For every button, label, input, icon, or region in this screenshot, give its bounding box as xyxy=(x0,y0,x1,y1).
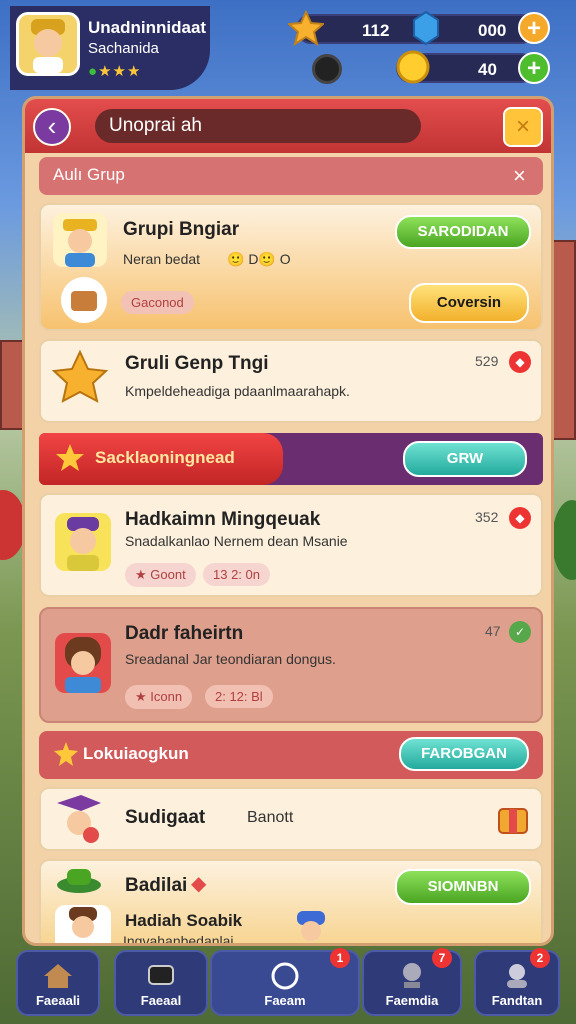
banner-title: Sacklaoningnead xyxy=(95,448,235,467)
search-input[interactable]: Unoprai ah xyxy=(95,109,421,143)
section-header: Aulı Grup × xyxy=(39,157,543,195)
panel-header: ‹ Unoprai ah × xyxy=(25,99,551,153)
join-event-button[interactable]: FAROBGAN xyxy=(399,737,529,771)
grow-button[interactable]: GRW xyxy=(403,441,527,477)
chat-icon xyxy=(145,960,177,992)
banner-title: Lokuiaogkun xyxy=(83,744,189,763)
group-avatar-icon xyxy=(53,213,107,267)
nav-friends[interactable]: 2 Fandtan xyxy=(474,948,560,1016)
player-rating-stars: ●★★★ xyxy=(88,63,142,80)
group-desc: Kmpeldeheadiga pdaanlmaarahapk. xyxy=(125,383,350,399)
nav-rank[interactable]: 7 Faemdia xyxy=(362,948,462,1016)
green-hat-icon xyxy=(55,865,103,895)
notification-badge: 2 xyxy=(530,948,550,968)
section-title: Aulı Grup xyxy=(53,165,125,184)
group-tag: ★ Goont xyxy=(125,563,196,587)
notification-badge: 1 xyxy=(330,948,350,968)
group-title: Gruli Genp Tngi xyxy=(125,353,269,374)
coin-icon xyxy=(396,50,430,84)
group-card[interactable]: Hadkaimn Mingqeuak Snadalkanlao Nernem d… xyxy=(39,493,543,597)
player-avatar[interactable] xyxy=(16,12,80,76)
group-time: 13 2: 0n xyxy=(203,563,270,586)
candy-icon: ◆ xyxy=(191,873,207,895)
red-gem-badge-icon: ◆ xyxy=(509,507,531,529)
nav-shop[interactable]: Faeaal xyxy=(114,950,208,1016)
member-avatar-icon xyxy=(55,513,111,571)
green-check-badge-icon: ✓ xyxy=(509,621,531,643)
group-title: Grupi Bngiar xyxy=(123,219,240,240)
star-icon xyxy=(55,443,85,473)
add-gems-button[interactable]: + xyxy=(518,12,550,44)
group-tag: ★ Iconn xyxy=(125,685,193,709)
member-avatar-icon xyxy=(55,633,111,693)
member-avatar-icon xyxy=(55,905,111,943)
section-banner: Sacklaoningnead GRW xyxy=(39,433,543,485)
chest-icon xyxy=(61,277,107,323)
group-desc: Neran bedat xyxy=(123,251,201,267)
gold-star-icon xyxy=(51,349,109,407)
reward-card[interactable]: Badilai ◆ SIOMNBN Hadiah Soabik xyxy=(39,859,543,943)
claim-button[interactable]: SIOMNBN xyxy=(395,869,531,905)
close-button[interactable]: × xyxy=(503,107,543,147)
coin-count: 40 xyxy=(478,60,497,79)
settings-dot-icon[interactable] xyxy=(312,54,342,84)
reward-title-secondary: Hadiah Soabik xyxy=(125,911,243,930)
group-card[interactable]: Gruli Genp Tngi Kmpeldeheadiga pdaanlmaa… xyxy=(39,339,543,423)
section-close-button[interactable]: × xyxy=(513,163,526,189)
reward-title: Sudigaat xyxy=(125,807,206,828)
ring-icon xyxy=(269,960,301,992)
player-name: Unadninnidaat xyxy=(88,18,207,37)
reward-title: Badilai xyxy=(125,875,188,896)
nav-home[interactable]: Faeaali xyxy=(16,950,100,1016)
group-desc: Sreadanal Jar teondiaran dongus. xyxy=(125,651,336,667)
level-dot-icon: ● xyxy=(88,63,99,80)
red-gem-badge-icon: ◆ xyxy=(509,351,531,373)
back-button[interactable]: ‹ xyxy=(33,108,71,146)
friends-icon xyxy=(501,960,533,992)
reward-desc: Ingvahanbedanlai xyxy=(123,933,234,946)
notification-badge: 7 xyxy=(432,948,452,968)
member-count: 352 xyxy=(475,509,499,525)
group-card[interactable]: Dadr faheirtn Sreadanal Jar teondiaran d… xyxy=(39,607,543,723)
group-time: 2: 12: Bl xyxy=(205,685,273,708)
blue-gem-icon xyxy=(408,10,444,46)
player-subtitle: Sachanida xyxy=(88,40,159,57)
gem-count: 000 xyxy=(478,21,507,40)
hero-avatar-icon xyxy=(51,793,107,849)
group-tag: Gaconod xyxy=(121,291,194,314)
group-desc-extra: 🙂 D🙂 O xyxy=(227,251,291,267)
group-panel: ‹ Unoprai ah × Aulı Grup × Grupi Bngiar … xyxy=(22,96,554,946)
star-puzzle-icon xyxy=(286,9,326,47)
puzzle-count: 112 xyxy=(362,21,390,40)
nav-group-active[interactable]: 1 Faeam xyxy=(210,948,360,1016)
star-icon xyxy=(53,741,79,767)
background-tree xyxy=(552,500,576,580)
gift-box-icon[interactable] xyxy=(495,801,531,837)
group-card[interactable]: Grupi Bngiar Neran bedat 🙂 D🙂 O SARODIDA… xyxy=(39,203,543,331)
ninja-avatar-icon xyxy=(291,907,331,943)
member-count: 47 xyxy=(485,623,501,639)
member-count: 529 xyxy=(475,353,499,369)
group-title: Hadkaimn Mingqeuak xyxy=(125,509,321,530)
reward-card[interactable]: Sudigaat Banott xyxy=(39,787,543,851)
convert-button[interactable]: Coversin xyxy=(409,283,529,323)
section-banner: Lokuiaogkun FAROBGAN xyxy=(39,731,543,779)
background-house xyxy=(552,240,576,440)
join-button[interactable]: SARODIDAN xyxy=(395,215,531,249)
trophy-icon xyxy=(396,960,428,992)
add-coins-button[interactable]: + xyxy=(518,52,550,84)
reward-subtitle: Banott xyxy=(247,809,294,826)
group-title: Dadr faheirtn xyxy=(125,623,244,644)
house-icon xyxy=(42,960,74,992)
group-desc: Snadalkanlao Nernem dean Msanie xyxy=(125,533,348,549)
